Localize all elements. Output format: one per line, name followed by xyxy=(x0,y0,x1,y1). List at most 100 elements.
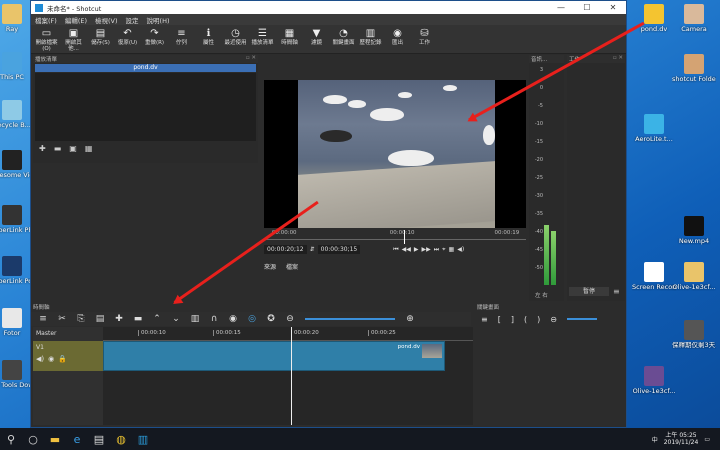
add-icon[interactable]: ✚ xyxy=(39,144,46,153)
timeline-menu-icon[interactable]: ≡ xyxy=(35,314,51,324)
timeline-tracks[interactable]: 00:00:10 00:00:15 00:00:20 00:00:25 pond.dv xyxy=(103,327,473,425)
desktop-icon[interactable]: pond.dv xyxy=(632,4,676,33)
cut-icon[interactable]: ✂ xyxy=(54,314,70,324)
minimize-button[interactable]: — xyxy=(548,3,574,12)
menu-item[interactable]: 檢視(V) xyxy=(95,15,118,25)
desktop-icon[interactable]: Recycle B... xyxy=(0,100,34,129)
snap-icon[interactable]: ∩ xyxy=(206,314,222,324)
zoom-slider[interactable] xyxy=(305,318,395,320)
paste-icon[interactable]: ▤ xyxy=(92,314,108,324)
desktop-icon[interactable]: Olive-1e3cf... xyxy=(632,366,676,395)
menu-icon[interactable]: ≡ xyxy=(613,287,620,296)
desktop-icon[interactable]: 保釋期仅剩3天…溫差 xyxy=(672,320,716,349)
toolbar-button[interactable]: ℹ 屬性 xyxy=(196,27,221,46)
toolbar-button[interactable]: ⛁ 工作 xyxy=(412,27,437,46)
split-icon[interactable]: ▥ xyxy=(187,314,203,324)
skip-previous-icon[interactable]: ⏮ xyxy=(393,246,398,254)
kf-zoom-out-icon[interactable]: ⊖ xyxy=(550,315,557,324)
toolbar-button[interactable]: ▤ 儲存(S) xyxy=(88,27,113,46)
volume-icon[interactable]: ◀) xyxy=(457,246,464,253)
chrome-icon[interactable]: ◍ xyxy=(110,428,132,450)
desktop-icon[interactable]: Ray xyxy=(0,4,34,33)
menu-item[interactable]: 說明(H) xyxy=(147,15,170,25)
lift-icon[interactable]: ⌃ xyxy=(149,314,165,324)
playhead[interactable] xyxy=(404,230,405,244)
toolbar-button[interactable]: ☰ 播放清單 xyxy=(250,27,275,46)
edge-icon[interactable]: e xyxy=(66,428,88,450)
overwrite-icon[interactable]: ⌄ xyxy=(168,314,184,324)
append-icon[interactable]: ✚ xyxy=(111,314,127,324)
play-icon[interactable]: ▶ xyxy=(414,246,419,253)
menu-item[interactable]: 編輯(E) xyxy=(65,15,87,25)
clock-date[interactable]: 2019/11/24 xyxy=(664,439,699,446)
lock-icon[interactable]: 🔒 xyxy=(58,355,67,363)
menu-item[interactable]: 檔案(F) xyxy=(35,15,57,25)
toolbar-button[interactable]: ▥ 歷程記錄 xyxy=(358,27,383,46)
grid-icon[interactable]: ▦ xyxy=(449,246,455,253)
desktop-icon[interactable]: Awesome Video Pla... xyxy=(0,150,34,179)
close-button[interactable]: ✕ xyxy=(600,3,626,12)
clip-pond[interactable]: pond.dv xyxy=(103,341,445,371)
copy-icon[interactable]: ⎘ xyxy=(73,314,89,324)
clock-time[interactable]: 上午 05:25 xyxy=(664,432,699,439)
lang-indicator[interactable]: 中 xyxy=(652,435,658,444)
desktop-icon[interactable]: Olive-1e3cf... xyxy=(672,262,716,291)
zoom-out-icon[interactable]: ⊖ xyxy=(282,314,298,324)
position-field[interactable]: 00:00:20;12 xyxy=(264,245,307,254)
kf-zoom-slider[interactable] xyxy=(566,318,597,320)
playlist-header[interactable]: pond.dv xyxy=(35,64,256,72)
paren-right-icon[interactable]: ) xyxy=(537,315,540,324)
toggle-zoom-icon[interactable]: ⌖ xyxy=(442,246,445,254)
desktop-icon[interactable]: New.mp4 xyxy=(672,216,716,245)
player-ruler[interactable]: 00:00:00 00:00:10 00:00:19 xyxy=(264,230,526,240)
file-explorer-icon[interactable]: ▬ xyxy=(44,428,66,450)
toolbar-button[interactable]: ↶ 復原(U) xyxy=(115,27,140,46)
ripple-all-icon[interactable]: ✪ xyxy=(263,314,279,324)
task-view-icon[interactable]: ○ xyxy=(22,428,44,450)
desktop-icon[interactable]: This PC xyxy=(0,52,34,81)
remove-icon[interactable]: ▬ xyxy=(54,144,62,153)
store-icon[interactable]: ▤ xyxy=(88,428,110,450)
update-icon[interactable]: ▣ xyxy=(69,144,77,153)
scrub-icon[interactable]: ◉ xyxy=(225,314,241,324)
timeline-playhead[interactable] xyxy=(291,327,292,425)
paren-left-icon[interactable]: ( xyxy=(524,315,527,324)
notification-icon[interactable]: ▭ xyxy=(704,436,710,443)
thumbnail-icon[interactable]: ▦ xyxy=(85,144,93,153)
fast-forward-icon[interactable]: ▶▶ xyxy=(422,246,431,253)
toolbar-button[interactable]: ▣ 開啟其他... xyxy=(61,27,86,52)
toolbar-button[interactable]: ▼ 濾鏡 xyxy=(304,27,329,46)
toolbar-button[interactable]: ◔ 關鍵畫面 xyxy=(331,27,356,46)
toolbar-button[interactable]: ≡ 佇列 xyxy=(169,27,194,46)
bracket-right-icon[interactable]: ] xyxy=(511,315,514,324)
desktop-icon[interactable]: AeroLite.t... xyxy=(632,114,676,143)
video-player[interactable] xyxy=(264,80,526,228)
pause-button[interactable]: 暫停 xyxy=(569,287,609,296)
shotcut-taskbar-icon[interactable]: ▥ xyxy=(132,428,154,450)
mute-icon[interactable]: ◀) xyxy=(36,355,44,363)
toolbar-button[interactable]: ▭ 開啟檔案(O) xyxy=(34,27,59,52)
bracket-left-icon[interactable]: [ xyxy=(498,315,501,324)
timeline-ruler[interactable]: 00:00:10 00:00:15 00:00:20 00:00:25 xyxy=(103,327,473,341)
ripple-icon[interactable]: ◎ xyxy=(244,314,260,324)
title-bar[interactable]: 未命名* - Shotcut — ☐ ✕ xyxy=(31,1,626,14)
desktop-icon[interactable]: shotcut Folder xyxy=(672,54,716,83)
playlist-list[interactable] xyxy=(35,73,256,141)
toolbar-button[interactable]: ◷ 最近使用 xyxy=(223,27,248,46)
skip-next-icon[interactable]: ⏭ xyxy=(434,246,439,254)
desktop-icon[interactable]: Screen Recording... xyxy=(632,262,676,291)
toolbar-button[interactable]: ◉ 匯出 xyxy=(385,27,410,46)
v1-header[interactable]: V1 ◀) ◉ 🔒 xyxy=(33,341,103,371)
maximize-button[interactable]: ☐ xyxy=(574,3,600,12)
search-icon[interactable]: ⚲ xyxy=(0,428,22,450)
desktop-icon[interactable]: CyberLink PhotoDire... xyxy=(0,205,34,234)
menu-item[interactable]: 設定 xyxy=(126,15,139,25)
rewind-icon[interactable]: ◀◀ xyxy=(402,246,411,253)
keyframes-menu-icon[interactable]: ≡ xyxy=(481,315,488,324)
desktop-icon[interactable]: Camera xyxy=(672,4,716,33)
toolbar-button[interactable]: ↷ 重做(R) xyxy=(142,27,167,46)
zoom-in-icon[interactable]: ⊕ xyxy=(402,314,418,324)
spin-icon[interactable]: ⇵ xyxy=(310,246,315,253)
hide-icon[interactable]: ◉ xyxy=(48,355,54,363)
desktop-icon[interactable]: 3D Tools Downloa... xyxy=(0,360,34,389)
